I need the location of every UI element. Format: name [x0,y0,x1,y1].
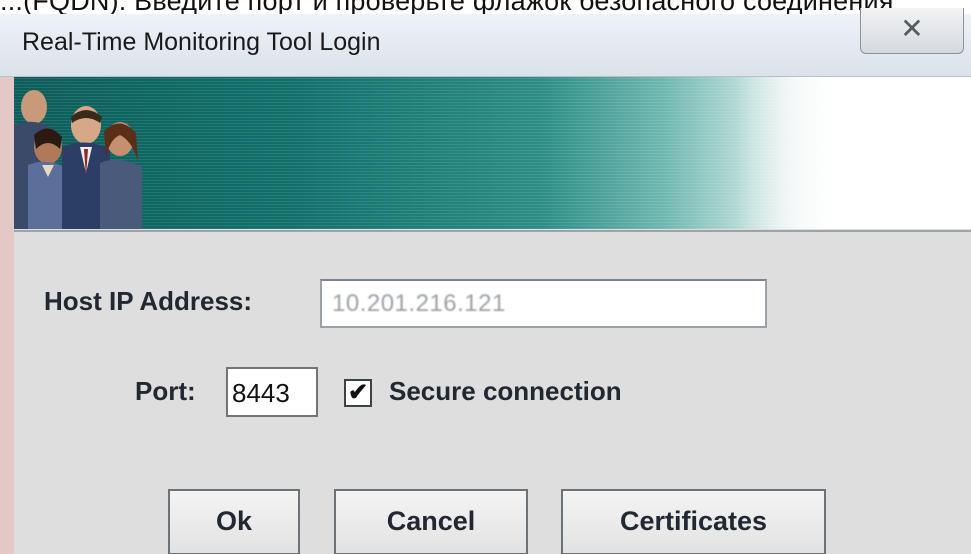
window-left-edge [0,77,14,554]
certificates-button[interactable]: Certificates [561,489,826,554]
host-ip-label: Host IP Address: [44,286,253,316]
close-icon: ✕ [900,13,924,44]
port-label: Port: [135,376,196,406]
banner-image [14,77,971,229]
screenshot: ...(FQDN). Введите порт и проверьте флаж… [0,0,971,554]
host-ip-value: 10.201.216.121 [332,290,506,317]
banner-fade [734,77,971,229]
check-icon: ✔ [347,379,369,406]
secure-connection-checkbox[interactable]: ✔ [344,379,372,407]
login-dialog: Real-Time Monitoring Tool Login ✕ Host I… [0,8,971,554]
title-bar[interactable]: Real-Time Monitoring Tool Login ✕ [0,8,971,77]
cancel-button[interactable]: Cancel [334,489,528,554]
ok-button[interactable]: Ok [168,489,300,554]
window-title: Real-Time Monitoring Tool Login [22,28,381,56]
port-value: 8443 [232,378,290,408]
close-button[interactable]: ✕ [860,8,964,54]
banner-divider [14,230,971,232]
host-ip-input[interactable]: 10.201.216.121 [320,279,767,328]
people-graphic [14,90,142,229]
port-input[interactable]: 8443 [226,367,318,417]
secure-connection-label[interactable]: Secure connection [389,376,622,407]
